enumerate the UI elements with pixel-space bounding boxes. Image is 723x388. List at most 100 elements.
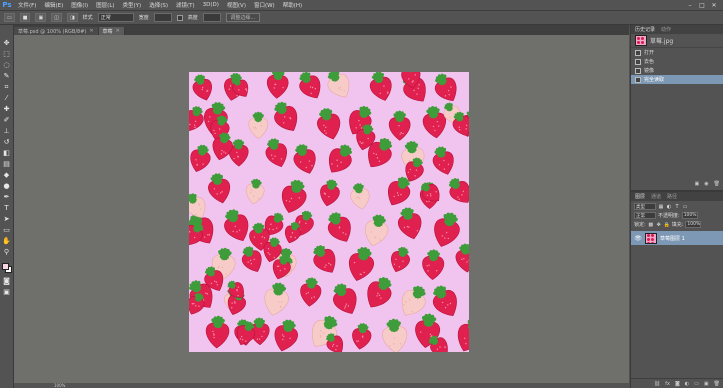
zoom-icon[interactable]: ⚲: [1, 248, 12, 256]
filter-pixel-icon[interactable]: ▦: [658, 204, 664, 210]
history-item[interactable]: 打开: [631, 48, 723, 57]
lock-pixels-icon[interactable]: ▩: [648, 222, 654, 228]
history-item-label: 完全读取: [644, 77, 665, 83]
history-state-icon: [635, 49, 641, 56]
fx-icon[interactable]: fx: [665, 381, 670, 387]
hand-icon[interactable]: ✋: [1, 237, 12, 245]
adjustment-icon[interactable]: ◐: [685, 381, 689, 387]
eye-icon[interactable]: 👁: [634, 235, 642, 242]
layer-filter-select[interactable]: 类型: [634, 203, 656, 210]
history-panel-footer: ▣ ◉ 🗑: [631, 179, 723, 189]
tab-channels[interactable]: 通道: [651, 193, 661, 200]
document-canvas[interactable]: [189, 72, 469, 352]
tab-document-2[interactable]: 草莓 ✕: [98, 27, 125, 35]
quick-select-icon[interactable]: ✎: [1, 72, 12, 80]
path-select-icon[interactable]: ➤: [1, 215, 12, 223]
stamp-icon[interactable]: ⊥: [1, 127, 12, 135]
style-select[interactable]: 正常: [97, 13, 134, 22]
close-icon[interactable]: ✕: [89, 28, 93, 34]
new-layer-icon[interactable]: ▣: [704, 381, 709, 387]
gradient-icon[interactable]: ▤: [1, 160, 12, 168]
healing-icon[interactable]: ✚: [1, 105, 12, 113]
history-panel-tabs: 历史记录 动作: [631, 25, 723, 34]
window-controls: – □ ✕: [687, 2, 723, 9]
history-item-label: 镜像: [644, 68, 655, 74]
blur-icon[interactable]: ◆: [1, 171, 12, 179]
menu-file[interactable]: 文件(F): [14, 1, 40, 9]
menu-filter[interactable]: 滤镜(T): [172, 1, 199, 9]
camera-icon[interactable]: ◉: [704, 181, 708, 187]
menu-select[interactable]: 选择(S): [145, 1, 172, 9]
tab-document-1[interactable]: 草莓.psd @ 100% (RGB/8#) ✕: [14, 27, 99, 35]
type-icon[interactable]: T: [1, 204, 12, 212]
menu-view[interactable]: 视图(V): [223, 1, 250, 9]
history-item-selected[interactable]: 完全读取: [631, 75, 723, 84]
history-brush-icon[interactable]: ↺: [1, 138, 12, 146]
quick-mask-icon[interactable]: ◙: [1, 277, 12, 285]
filter-type-icon[interactable]: T: [674, 204, 680, 210]
menu-edit[interactable]: 编辑(E): [40, 1, 67, 9]
document-tabs: 草莓.psd @ 100% (RGB/8#) ✕ 草莓 ✕: [14, 25, 629, 35]
maximize-icon[interactable]: □: [699, 2, 705, 9]
height-field[interactable]: [202, 13, 221, 22]
screen-mode-icon[interactable]: ▣: [1, 288, 12, 296]
history-snapshot[interactable]: 草莓.jpg: [631, 34, 723, 48]
minimize-icon[interactable]: –: [687, 2, 693, 9]
close-icon[interactable]: ✕: [116, 28, 120, 34]
folder-icon[interactable]: ▭: [694, 381, 699, 387]
tab-actions[interactable]: 动作: [661, 26, 671, 33]
blend-mode-select[interactable]: 正常: [634, 212, 656, 219]
fill-field[interactable]: 100%: [685, 221, 702, 228]
layer-name: 草莓图层 1: [660, 235, 685, 242]
filter-adjust-icon[interactable]: ◐: [666, 204, 672, 210]
menu-3d[interactable]: 3D(D): [199, 2, 223, 8]
filter-shape-icon[interactable]: ▭: [682, 204, 688, 210]
swap-checkbox[interactable]: [176, 14, 183, 21]
close-icon[interactable]: ✕: [711, 2, 717, 9]
marquee-icon[interactable]: ⬚: [1, 50, 12, 58]
menu-type[interactable]: 类型(Y): [119, 1, 146, 9]
trash-icon[interactable]: 🗑: [714, 381, 720, 387]
tab-history[interactable]: 历史记录: [635, 26, 655, 33]
tab-label: 草莓.psd @ 100% (RGB/8#): [18, 28, 87, 35]
subtract-selection-icon[interactable]: ◫: [51, 13, 62, 22]
history-item[interactable]: 去色: [631, 57, 723, 66]
mask-icon[interactable]: ◙: [675, 381, 680, 387]
menu-help[interactable]: 帮助(H): [279, 1, 306, 9]
opacity-field[interactable]: 100%: [681, 212, 698, 219]
refine-edge-button[interactable]: 调整边缘...: [225, 13, 260, 22]
eraser-icon[interactable]: ◧: [1, 149, 12, 157]
new-selection-icon[interactable]: ■: [19, 13, 31, 22]
lasso-icon[interactable]: ◌: [1, 61, 12, 69]
shape-icon[interactable]: ▭: [1, 226, 12, 234]
layers-panel: 图层 通道 路径 类型 ▦ ◐ T ▭ 正常 不透明度: 100% 锁定: ▩ …: [631, 192, 723, 245]
crop-icon[interactable]: ⌗: [1, 83, 12, 91]
fill-label: 填充:: [671, 222, 684, 228]
history-item[interactable]: 镜像: [631, 66, 723, 75]
dodge-icon[interactable]: ●: [1, 182, 12, 190]
menu-layer[interactable]: 图层(L): [92, 1, 118, 9]
tab-paths[interactable]: 路径: [667, 193, 677, 200]
new-document-icon[interactable]: ▣: [695, 181, 700, 187]
trash-icon[interactable]: 🗑: [714, 181, 720, 187]
eyedropper-icon[interactable]: ⁄: [1, 94, 12, 102]
lock-all-icon[interactable]: 🔒: [664, 222, 670, 228]
intersect-selection-icon[interactable]: ◨: [66, 13, 78, 22]
width-field[interactable]: [153, 13, 172, 22]
pen-icon[interactable]: ✒: [1, 193, 12, 201]
opacity-label: 不透明度:: [658, 213, 680, 219]
snapshot-thumbnail: [635, 35, 647, 46]
add-selection-icon[interactable]: ▣: [35, 13, 47, 22]
link-icon[interactable]: ⛓: [654, 381, 660, 387]
marquee-tool-preset-icon[interactable]: ▭: [4, 13, 15, 22]
move-icon[interactable]: ✥: [1, 39, 12, 47]
brush-icon[interactable]: ✐: [1, 116, 12, 124]
menu-window[interactable]: 窗口(W): [250, 1, 279, 9]
lock-position-icon[interactable]: ✥: [656, 222, 662, 228]
tab-layers[interactable]: 图层: [635, 193, 645, 200]
color-swatches[interactable]: [1, 262, 13, 274]
menu-bar: Ps 文件(F) 编辑(E) 图像(I) 图层(L) 类型(Y) 选择(S) 滤…: [0, 0, 723, 11]
menu-image[interactable]: 图像(I): [67, 1, 92, 9]
foreground-color-swatch[interactable]: [1, 263, 9, 270]
layer-row[interactable]: 👁 草莓图层 1: [631, 231, 723, 245]
